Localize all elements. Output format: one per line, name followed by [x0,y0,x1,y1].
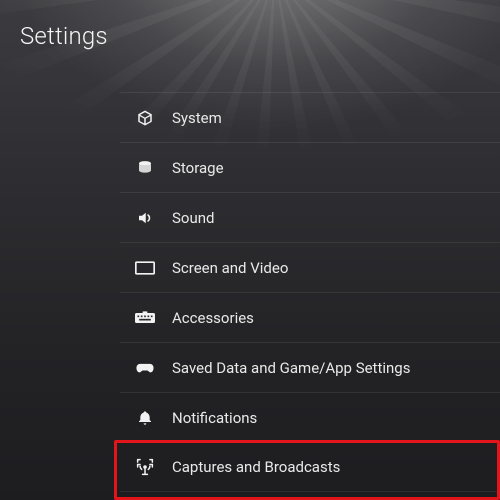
menu-item-label: Storage [172,159,224,177]
menu-item-screen-video[interactable]: Screen and Video [120,242,500,292]
menu-item-label: System [172,109,222,127]
menu-item-notifications[interactable]: Notifications [120,392,500,442]
menu-item-label: Captures and Broadcasts [172,458,340,476]
menu-item-system[interactable]: System [120,92,500,142]
page-title: Settings [20,22,108,50]
broadcast-icon [132,457,158,477]
menu-item-captures-broadcasts[interactable]: Captures and Broadcasts [120,442,500,492]
settings-menu: System Storage Sound Screen and Video [120,92,500,492]
volume-icon [132,208,158,228]
storage-icon [132,158,158,178]
menu-item-saved-data[interactable]: Saved Data and Game/App Settings [120,342,500,392]
menu-item-storage[interactable]: Storage [120,142,500,192]
menu-item-label: Saved Data and Game/App Settings [172,359,410,377]
keyboard-icon [132,308,158,328]
menu-item-label: Accessories [172,309,254,327]
cube-icon [132,108,158,128]
menu-item-sound[interactable]: Sound [120,192,500,242]
display-icon [132,258,158,278]
bell-icon [132,408,158,428]
controller-icon [132,358,158,378]
menu-item-label: Sound [172,209,214,227]
menu-item-label: Screen and Video [172,259,288,277]
menu-item-accessories[interactable]: Accessories [120,292,500,342]
menu-item-label: Notifications [172,409,257,427]
